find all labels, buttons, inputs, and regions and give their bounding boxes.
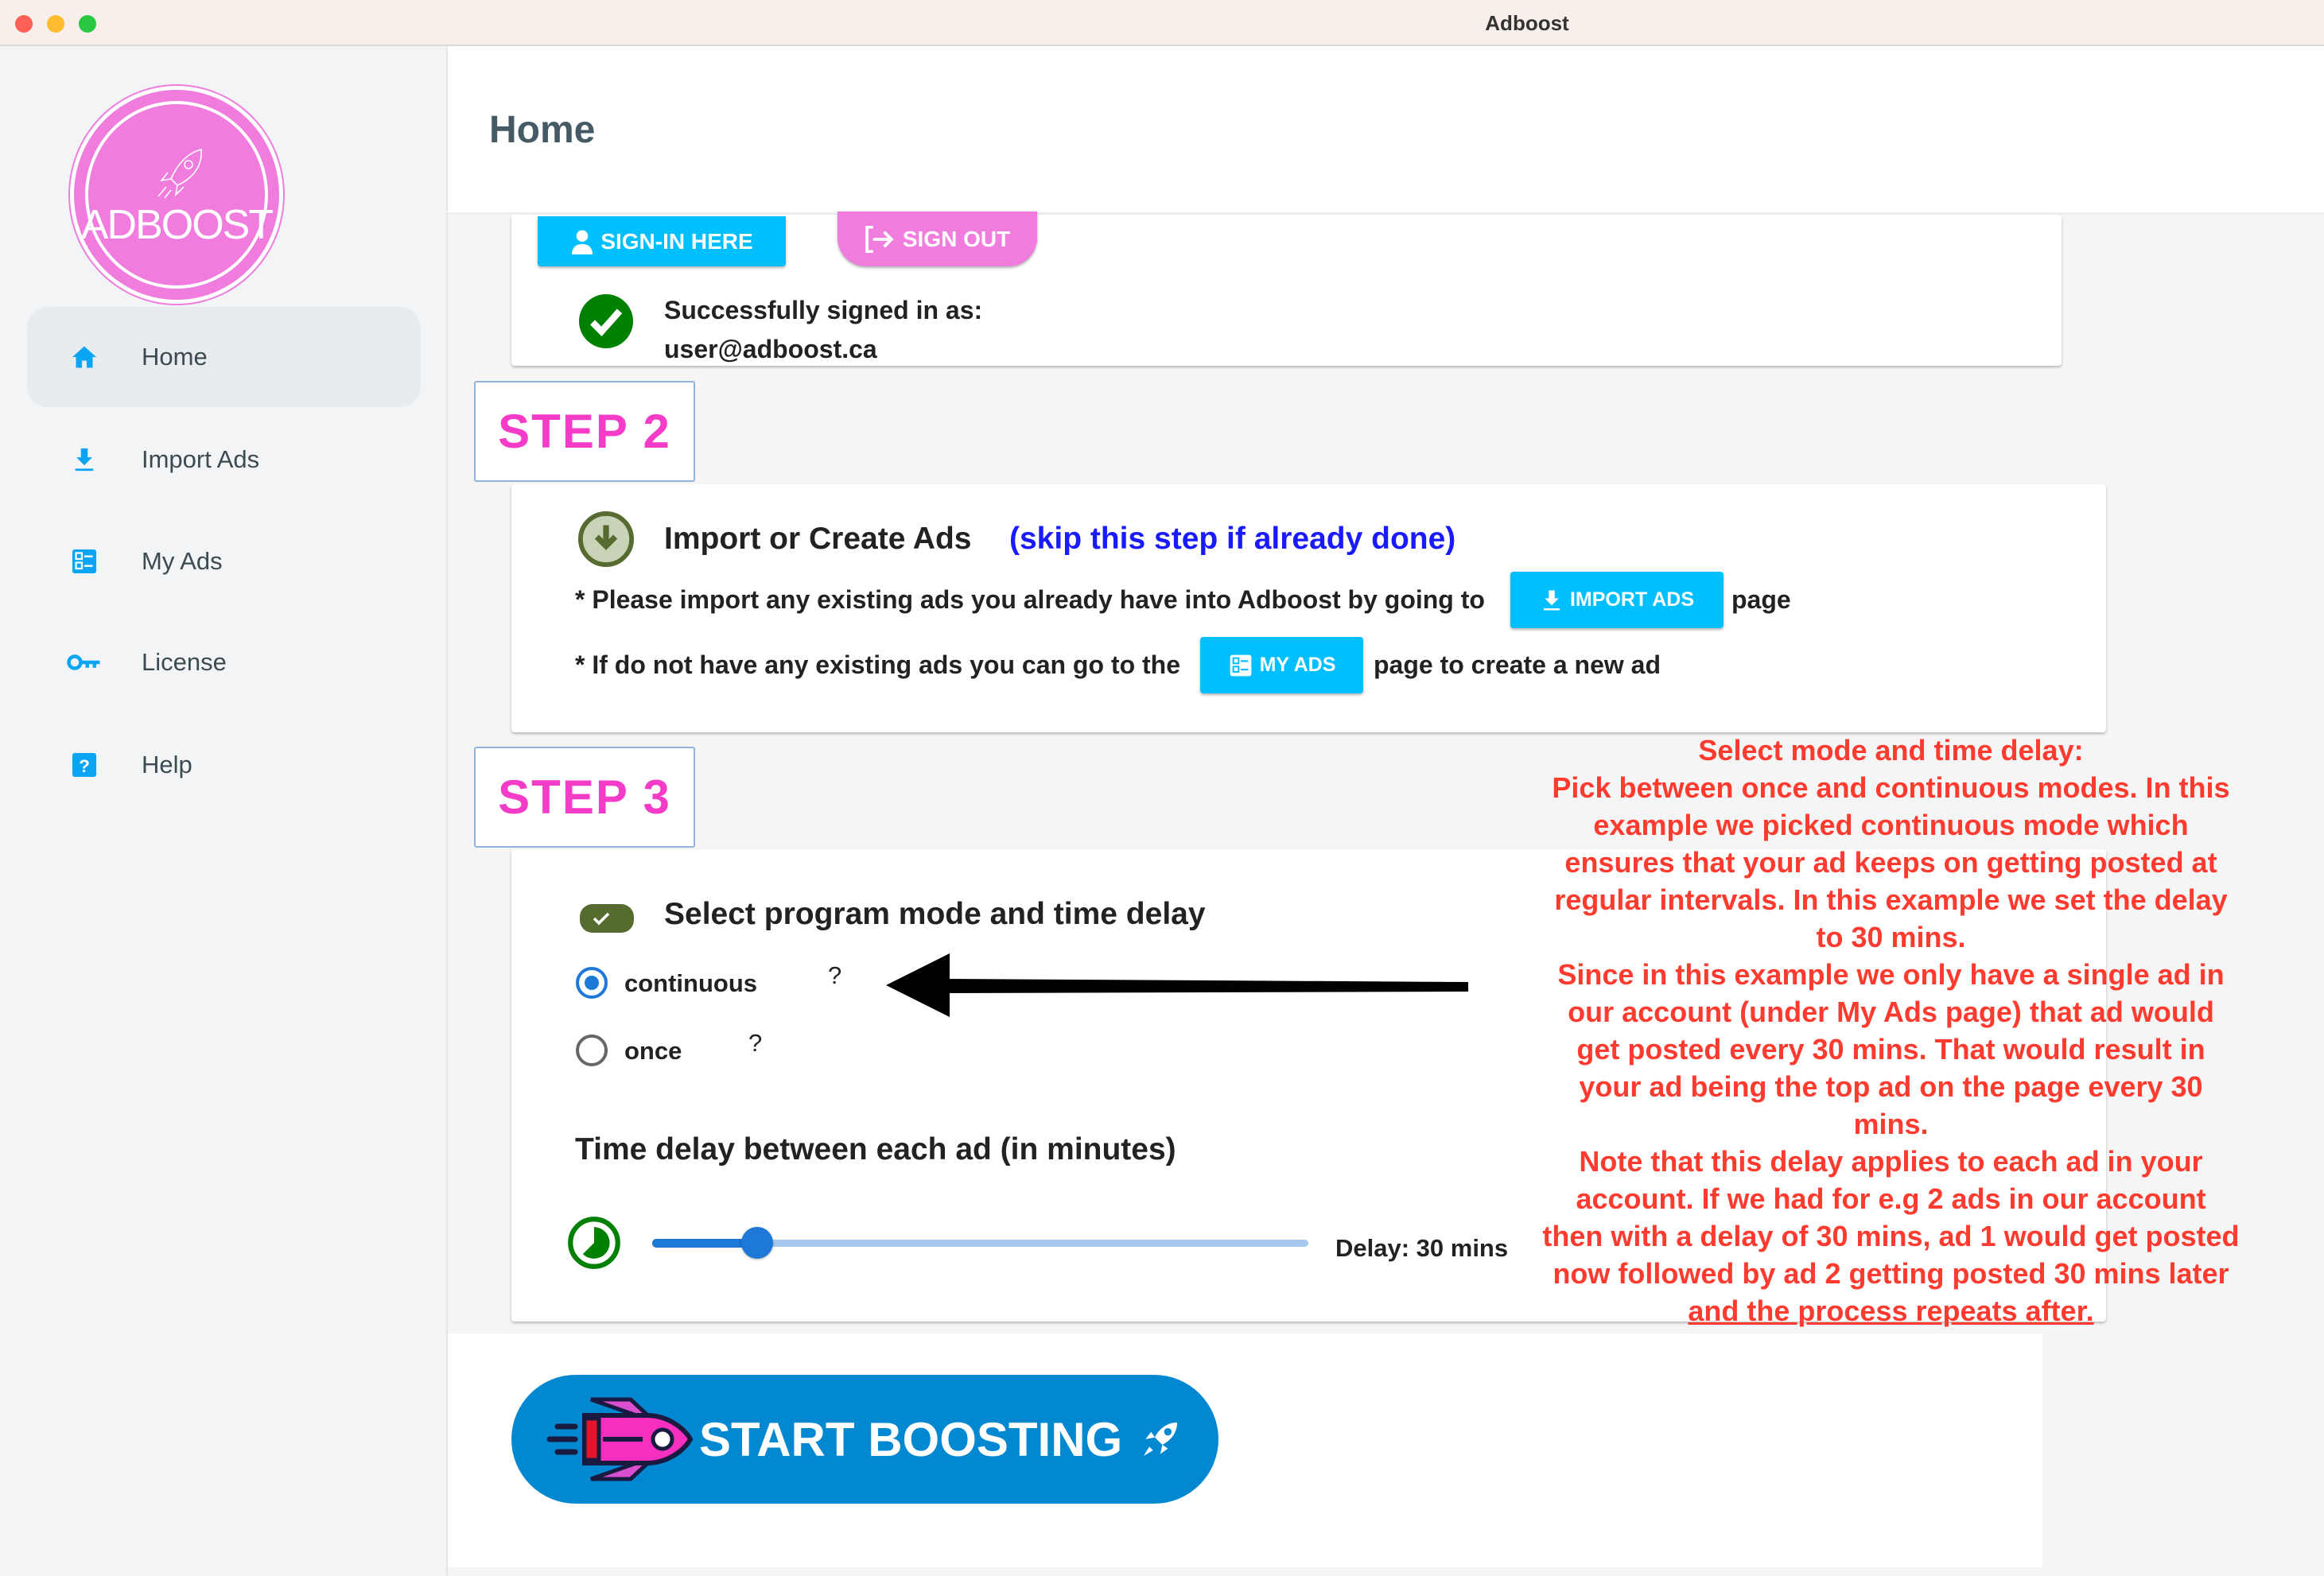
- rocket-icon: [157, 148, 202, 199]
- continuous-radio[interactable]: [576, 967, 608, 999]
- annotation-line: ensures that your ad keeps on getting po…: [1564, 846, 2217, 879]
- download-icon: [1543, 590, 1560, 610]
- timer-icon: [568, 1217, 620, 1269]
- delay-title: Time delay between each ad (in minutes): [575, 1132, 1176, 1166]
- sidebar-item-home[interactable]: Home: [64, 337, 208, 377]
- annotation-line: to 30 mins.: [1816, 921, 1966, 953]
- sidebar-item-label: My Ads: [142, 547, 223, 575]
- delay-slider-thumb[interactable]: [741, 1227, 773, 1259]
- page-header: [448, 46, 2324, 215]
- step-2-badge: STEP 2: [474, 381, 695, 482]
- annotation-line: and the process repeats after.: [1688, 1295, 2094, 1327]
- import-ads-button[interactable]: IMPORT ADS: [1510, 572, 1724, 628]
- import-section-title: Import or Create Ads: [664, 522, 972, 556]
- annotation-line: get posted every 30 mins. That would res…: [1576, 1033, 2205, 1066]
- start-boosting-label: START BOOSTING: [699, 1412, 1123, 1466]
- annotation-line: regular intervals. In this example we se…: [1554, 883, 2228, 916]
- skip-note: (skip this step if already done): [1009, 522, 1456, 556]
- download-circle-icon: [578, 511, 634, 567]
- check-circle-icon: [579, 294, 633, 348]
- sidebar-item-label: Home: [142, 343, 208, 371]
- sign-out-icon: [865, 225, 894, 253]
- logo-text: ADBOOST: [80, 202, 274, 248]
- small-rocket-icon: [1144, 1423, 1178, 1456]
- annotation-line: Pick between once and continuous modes. …: [1552, 771, 2230, 804]
- annotation-line: Since in this example we only have a sin…: [1557, 958, 2225, 991]
- sidebar-item-label: License: [142, 648, 227, 676]
- import-instruction-end: page: [1731, 585, 1791, 614]
- sidebar-item-label: Import Ads: [142, 445, 260, 473]
- my-ads-button[interactable]: MY ADS: [1200, 637, 1363, 693]
- annotation-line: mins.: [1853, 1108, 1929, 1140]
- annotation-line: Select mode and time delay:: [1698, 734, 2084, 767]
- help-icon: ?: [64, 749, 105, 781]
- mode-section-title: Select program mode and time delay: [664, 897, 1206, 931]
- sign-in-button[interactable]: SIGN-IN HERE: [538, 216, 786, 266]
- import-instruction: * Please import any existing ads you alr…: [575, 585, 1485, 614]
- once-radio[interactable]: [576, 1034, 608, 1066]
- rocket-icon: [546, 1397, 694, 1481]
- import-ads-label: IMPORT ADS: [1569, 588, 1695, 611]
- signed-in-email: user@adboost.ca: [664, 335, 877, 363]
- sidebar-item-my-ads[interactable]: My Ads: [64, 542, 223, 581]
- download-icon: [64, 444, 105, 476]
- step-3-badge: STEP 3: [474, 747, 695, 848]
- sign-out-label: SIGN OUT: [902, 226, 1011, 251]
- continuous-help-icon[interactable]: ?: [828, 961, 841, 990]
- sidebar-item-import-ads[interactable]: Import Ads: [64, 440, 259, 479]
- home-icon: [64, 341, 105, 373]
- create-instruction: * If do not have any existing ads you ca…: [575, 650, 1180, 679]
- user-icon: [572, 229, 593, 254]
- toggle-check-icon: [580, 904, 634, 933]
- delay-value: Delay: 30 mins: [1335, 1234, 1509, 1262]
- annotation-line: our account (under My Ads page) that ad …: [1568, 996, 2214, 1028]
- instruction-annotation: Select mode and time delay: Pick between …: [1515, 732, 2267, 1330]
- list-icon: [64, 545, 105, 577]
- annotation-line: example we picked continuous mode which: [1593, 809, 2189, 841]
- adboost-logo: ADBOOST: [70, 86, 283, 304]
- once-label: once: [624, 1037, 682, 1065]
- annotation-line: then with a delay of 30 mins, ad 1 would…: [1542, 1220, 2240, 1252]
- svg-text:?: ?: [79, 756, 90, 776]
- my-ads-label: MY ADS: [1259, 654, 1336, 676]
- window-title: Adboost: [1485, 11, 1569, 35]
- arrow-annotation: [886, 953, 1468, 1017]
- once-help-icon[interactable]: ?: [748, 1029, 762, 1058]
- annotation-line: your ad being the top ad on the page eve…: [1579, 1070, 2203, 1103]
- sign-out-button[interactable]: SIGN OUT: [837, 212, 1037, 266]
- sidebar-item-license[interactable]: License: [64, 642, 227, 682]
- signed-in-status: Successfully signed in as:: [664, 296, 983, 324]
- start-boosting-button[interactable]: START BOOSTING: [511, 1375, 1218, 1504]
- list-icon: [1230, 654, 1251, 676]
- annotation-line: now followed by ad 2 getting posted 30 m…: [1553, 1257, 2229, 1290]
- sign-in-label: SIGN-IN HERE: [600, 228, 753, 254]
- annotation-line: account. If we had for e.g 2 ads in our …: [1576, 1182, 2206, 1215]
- key-icon: [64, 646, 105, 678]
- create-instruction-end: page to create a new ad: [1374, 650, 1661, 679]
- page-title: Home: [489, 109, 596, 151]
- annotation-line: Note that this delay applies to each ad …: [1579, 1145, 2203, 1178]
- sidebar-item-help[interactable]: ? Help: [64, 745, 192, 785]
- continuous-label: continuous: [624, 969, 758, 997]
- sidebar-item-label: Help: [142, 751, 192, 778]
